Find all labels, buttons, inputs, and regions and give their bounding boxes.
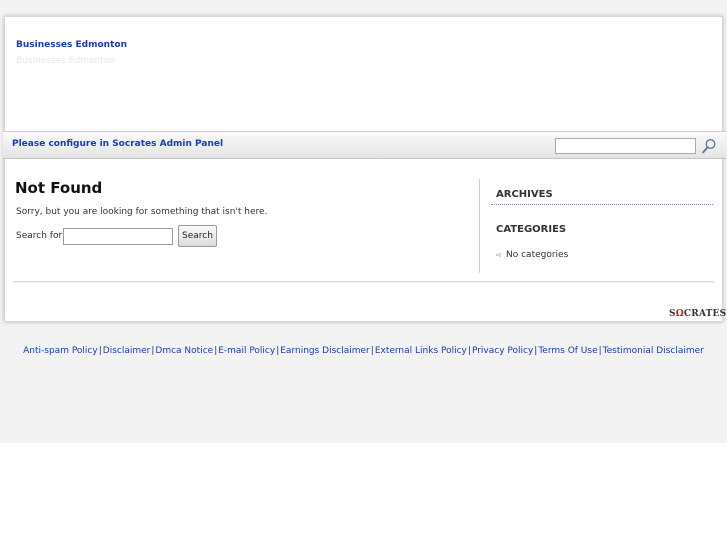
content-search-button[interactable]: Search	[178, 225, 217, 247]
footer-link-disclaimer[interactable]: Disclaimer	[103, 346, 151, 356]
page-title: Not Found	[15, 179, 103, 197]
site-header: Businesses Edmonton Businesses Edmonton	[5, 17, 722, 133]
categories-title: CATEGORIES	[496, 224, 567, 235]
content-search-form: Search for: Search	[16, 224, 316, 248]
footer-link-terms[interactable]: Terms Of Use	[538, 346, 597, 356]
footer-link-email-policy[interactable]: E-mail Policy	[218, 346, 275, 356]
categories-widget: CATEGORIES ➪ No categories	[491, 224, 713, 260]
footer-link-dmca[interactable]: Dmca Notice	[155, 346, 213, 356]
header-search-input[interactable]	[555, 138, 696, 154]
site-title-link[interactable]: Businesses Edmonton	[16, 40, 127, 50]
socrates-logo[interactable]: SΩCRATES	[669, 309, 726, 319]
footer-link-anti-spam[interactable]: Anti-spam Policy	[23, 346, 98, 356]
content-sidebar-divider	[479, 179, 480, 273]
arrow-bullet-icon: ➪	[496, 251, 502, 259]
logo-prefix: S	[669, 309, 676, 319]
logo-suffix: CRATES	[683, 309, 727, 319]
archives-widget: ARCHIVES	[491, 189, 713, 205]
content-search-input[interactable]	[63, 228, 173, 245]
footer-link-external-links[interactable]: External Links Policy	[375, 346, 467, 356]
magnifier-icon	[702, 138, 716, 154]
logo-omega: Ω	[675, 309, 684, 319]
admin-panel-message-link[interactable]: Please configure in Socrates Admin Panel	[12, 139, 223, 149]
page-wrapper: Businesses Edmonton Businesses Edmonton …	[3, 16, 726, 322]
site-description: Businesses Edmonton	[16, 56, 115, 66]
footer-link-privacy[interactable]: Privacy Policy	[472, 346, 533, 356]
header-search-button[interactable]	[700, 137, 718, 155]
archives-title: ARCHIVES	[491, 189, 713, 205]
search-label: Search for:	[16, 231, 66, 241]
category-label: No categories	[506, 250, 569, 260]
footer-divider	[13, 281, 714, 283]
category-item: ➪ No categories	[496, 250, 568, 260]
navigation-bar: Please configure in Socrates Admin Panel	[3, 131, 726, 159]
footer-links: Anti-spam Policy|Disclaimer|Dmca Notice|…	[0, 346, 727, 356]
footer-link-testimonial[interactable]: Testimonial Disclaimer	[603, 346, 704, 356]
not-found-message: Sorry, but you are looking for something…	[16, 207, 268, 217]
footer-link-earnings[interactable]: Earnings Disclaimer	[280, 346, 370, 356]
